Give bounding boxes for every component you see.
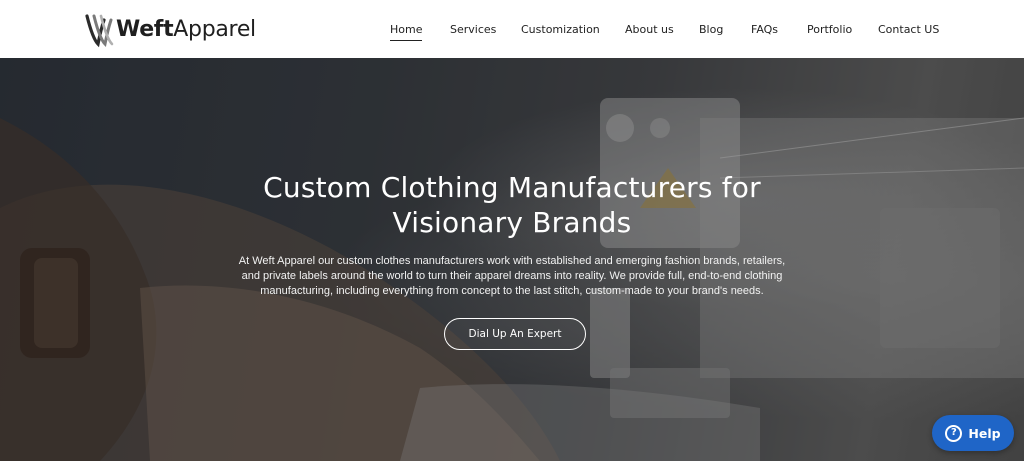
hero-title-line-2: Visionary Brands <box>392 206 632 239</box>
hero-title: Custom Clothing Manufacturers for Vision… <box>0 170 1024 240</box>
nav-blog[interactable]: Blog <box>699 19 723 40</box>
brand-name: WeftApparel <box>116 16 256 42</box>
hero-description: At Weft Apparel our custom clothes manuf… <box>222 254 802 299</box>
site-header: WeftApparel Home Services Customization … <box>0 0 1024 58</box>
nav-about-us[interactable]: About us <box>625 19 674 40</box>
hero-title-line-1: Custom Clothing Manufacturers for <box>263 171 761 204</box>
nav-portfolio[interactable]: Portfolio <box>807 19 852 40</box>
weft-logo-icon <box>85 14 114 48</box>
hero-description-line-3: manufacturing, including everything from… <box>260 285 764 297</box>
nav-services[interactable]: Services <box>450 19 496 40</box>
nav-contact-us[interactable]: Contact US <box>878 19 939 40</box>
question-circle-icon: ? <box>945 424 963 442</box>
nav-home[interactable]: Home <box>390 19 423 41</box>
brand-logo[interactable]: WeftApparel <box>84 9 256 49</box>
hero-description-line-1: At Weft Apparel our custom clothes manuf… <box>238 255 786 267</box>
nav-customization[interactable]: Customization <box>521 19 600 40</box>
dial-up-expert-button[interactable]: Dial Up An Expert <box>444 318 586 350</box>
hero-description-line-2: and private labels around the world to t… <box>241 270 783 282</box>
help-label: Help <box>968 425 1001 441</box>
hero-section: Custom Clothing Manufacturers for Vision… <box>0 58 1024 461</box>
help-widget-button[interactable]: ? Help <box>932 415 1014 451</box>
nav-faqs[interactable]: FAQs <box>751 19 778 40</box>
